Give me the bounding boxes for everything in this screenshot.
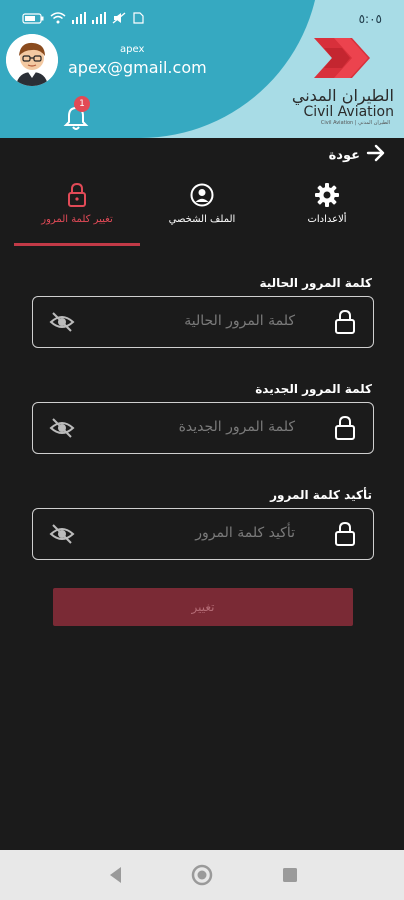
current-password-placeholder: كلمة المرور الحالية — [184, 313, 295, 329]
battery-icon — [22, 12, 44, 24]
tab-label: ألاعدادات — [307, 214, 347, 225]
new-password-field[interactable]: كلمة المرور الجديدة — [32, 402, 374, 454]
clock: ٥:٠٥ — [358, 12, 382, 26]
tab-label: تغيير كلمة المرور — [41, 214, 113, 225]
tab-bar: تغيير كلمة المرور الملف الشخصي ألاعدادات — [14, 178, 390, 246]
current-password-label: كلمة المرور الحالية — [259, 276, 372, 290]
new-password-label: كلمة المرور الجديدة — [255, 382, 372, 396]
mute-icon — [112, 12, 126, 24]
back-button[interactable]: عودة — [329, 144, 386, 166]
confirm-password-field[interactable]: تأكيد كلمة المرور — [32, 508, 374, 560]
tab-label: الملف الشخصي — [168, 214, 236, 225]
active-tab-indicator — [14, 243, 140, 246]
lock-icon — [335, 415, 355, 440]
status-icons — [22, 12, 144, 24]
signal-icon — [92, 12, 106, 24]
system-nav-bar — [0, 850, 404, 900]
nav-recents-icon[interactable] — [278, 863, 302, 887]
profile-icon — [190, 183, 214, 207]
sim-icon — [133, 12, 144, 24]
lock-icon — [335, 521, 355, 546]
avatar[interactable] — [6, 34, 58, 86]
username: apex — [120, 44, 145, 55]
change-password-button[interactable]: تغيير — [53, 588, 353, 626]
wifi-icon — [50, 12, 66, 24]
arrow-right-icon — [366, 144, 386, 166]
confirm-password-label: تأكيد كلمة المرور — [270, 488, 372, 502]
new-password-placeholder: كلمة المرور الجديدة — [178, 419, 295, 435]
logo-subtitle: Civil Aviation | الطيران المدني — [320, 120, 390, 126]
header: ٥:٠٥ apex apex@gmail.com 1 الطيران المدن… — [0, 0, 404, 138]
eye-off-icon[interactable] — [49, 523, 75, 545]
confirm-password-placeholder: تأكيد كلمة المرور — [195, 525, 295, 541]
user-email: apex@gmail.com — [68, 58, 207, 77]
tab-settings[interactable]: ألاعدادات — [264, 178, 390, 246]
eye-off-icon[interactable] — [49, 417, 75, 439]
tab-profile[interactable]: الملف الشخصي — [139, 178, 265, 246]
current-password-field[interactable]: كلمة المرور الحالية — [32, 296, 374, 348]
civil-aviation-logo: الطيران المدني Civil Aviation Civil Avia… — [284, 34, 394, 126]
gear-icon — [315, 183, 339, 207]
nav-back-icon[interactable] — [104, 863, 128, 887]
notification-badge: 1 — [74, 96, 90, 112]
logo-english-text: Civil Aviation — [303, 104, 394, 120]
status-bar: ٥:٠٥ — [0, 10, 404, 30]
back-label: عودة — [328, 147, 360, 163]
signal-icon — [72, 12, 86, 24]
nav-home-icon[interactable] — [190, 863, 214, 887]
logo-arabic-text: الطيران المدني — [291, 86, 394, 105]
eye-off-icon[interactable] — [49, 311, 75, 333]
lock-icon — [68, 182, 86, 207]
lock-icon — [335, 309, 355, 334]
logo-mark-icon — [314, 38, 370, 78]
tab-change-password[interactable]: تغيير كلمة المرور — [14, 178, 140, 246]
